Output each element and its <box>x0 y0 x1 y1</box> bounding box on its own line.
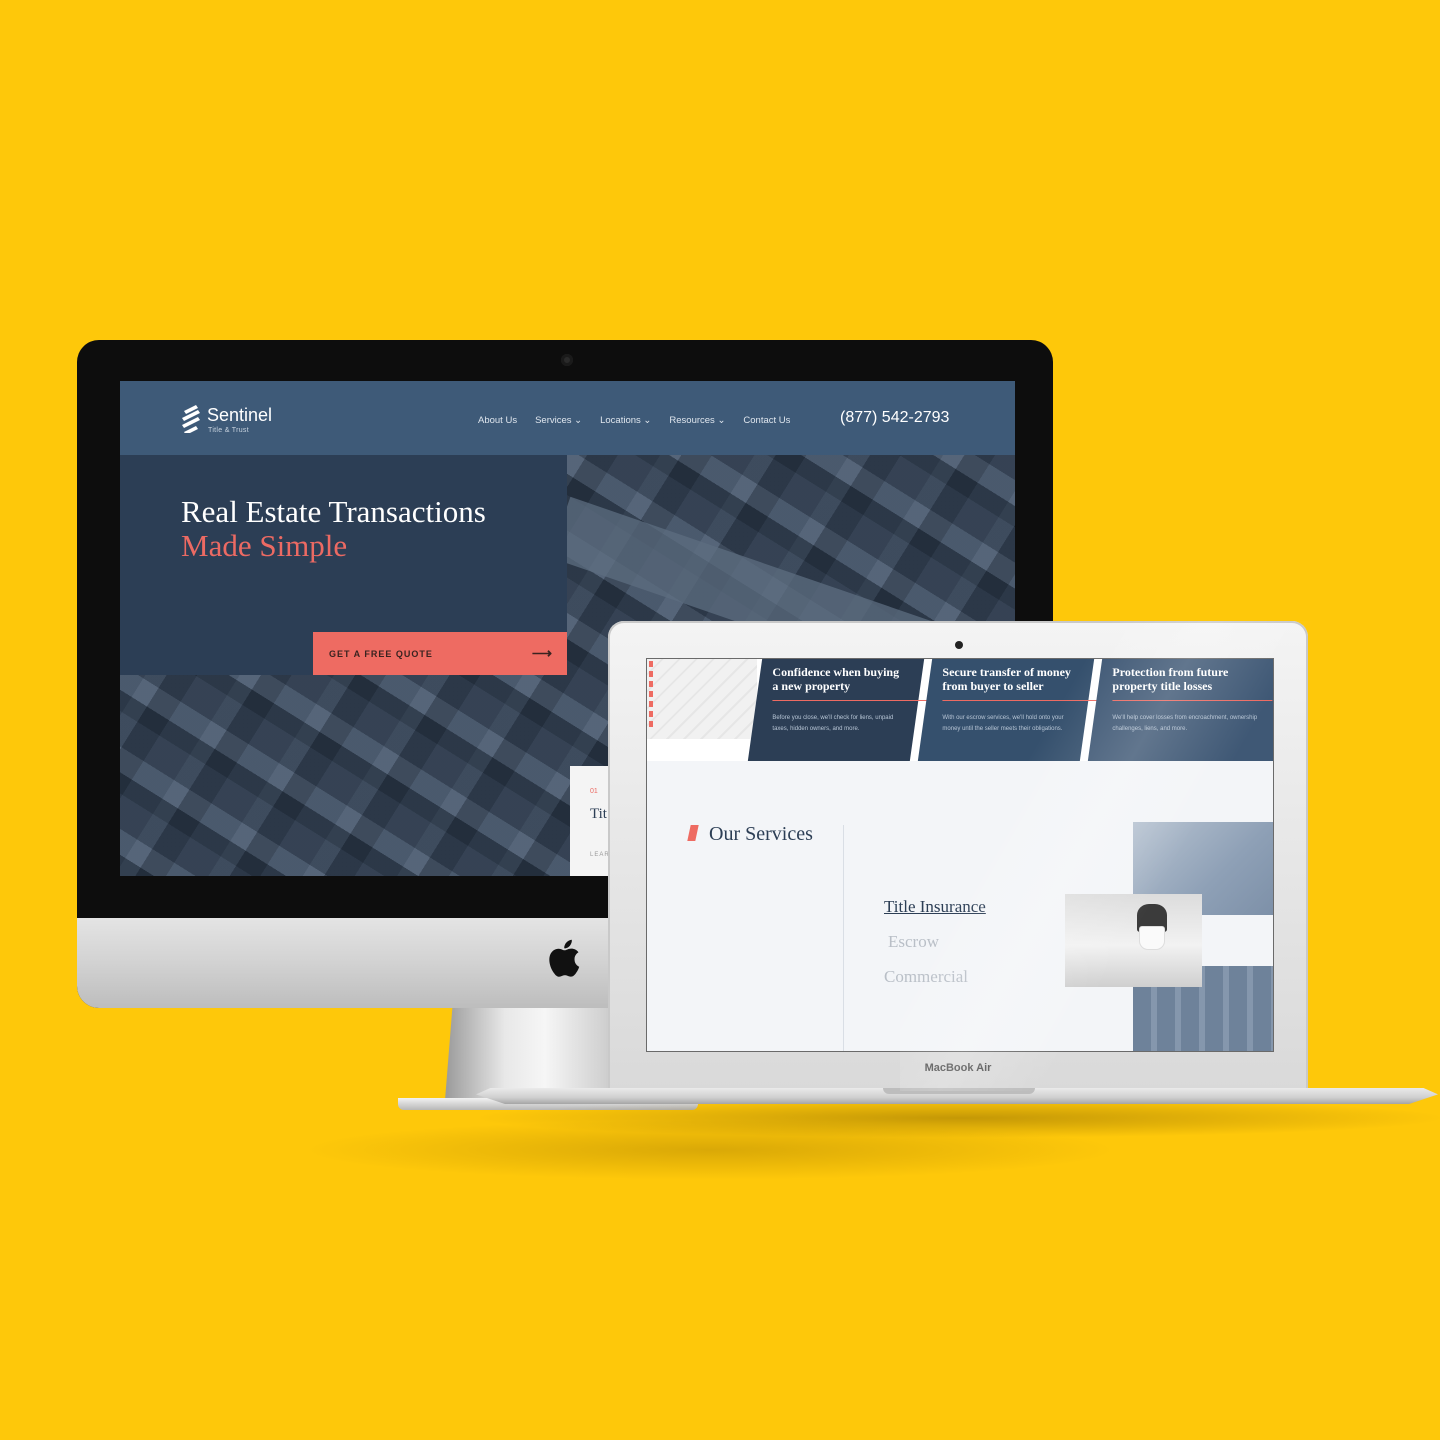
apple-logo-icon <box>549 939 580 977</box>
feature-card: Confidence when buying a new property Be… <box>747 659 933 761</box>
feature-card: Protection from future property title lo… <box>1087 659 1273 761</box>
features-band: Confidence when buying a new property Be… <box>647 659 1273 761</box>
feature-text: Before you close, we'll check for liens,… <box>772 715 894 732</box>
phone-number-link[interactable]: (877) 542-2793 <box>840 409 949 427</box>
brand-name[interactable]: Sentinel <box>207 405 272 426</box>
feature-title: Confidence when buying a new property <box>772 665 900 693</box>
sentinel-logo-icon[interactable] <box>180 405 202 433</box>
imac-camera <box>561 354 573 366</box>
arrow-right-icon: ⟶ <box>531 645 553 661</box>
card-learn-more-link[interactable]: LEAR <box>590 852 610 858</box>
feature-divider <box>1112 700 1273 701</box>
site-header: Sentinel Title & Trust About Us Services… <box>120 381 1015 455</box>
desk-plant-photo <box>1065 894 1202 987</box>
section-accent-mark <box>687 825 699 841</box>
card-title: Tit <box>590 806 607 822</box>
nav-item-about[interactable]: About Us <box>478 415 517 426</box>
laptop-camera <box>955 641 963 649</box>
hero-title: Real Estate Transactions <box>181 494 486 529</box>
section-title: Our Services <box>709 823 813 845</box>
feature-divider <box>772 700 933 701</box>
nav-item-locations[interactable]: Locations ⌄ <box>600 415 651 426</box>
service-tab-commercial[interactable]: Commercial <box>884 967 968 987</box>
plant-pot <box>1140 927 1164 949</box>
feature-text: We'll help cover losses from encroachmen… <box>1112 715 1258 732</box>
nav-item-services[interactable]: Services ⌄ <box>535 415 582 426</box>
laptop-shadow <box>470 1098 1440 1138</box>
feature-text: With our escrow services, we'll hold ont… <box>942 715 1064 732</box>
decorative-stripe <box>647 659 757 739</box>
get-free-quote-button[interactable]: GET A FREE QUOTE ⟶ <box>313 632 567 675</box>
nav-item-contact[interactable]: Contact Us <box>743 415 790 426</box>
decorative-red-line <box>649 661 653 731</box>
feature-title: Secure transfer of money from buyer to s… <box>942 665 1071 693</box>
hero-subtitle: Made Simple <box>181 528 348 563</box>
laptop-notch <box>883 1088 1035 1094</box>
feature-title: Protection from future property title lo… <box>1112 665 1229 693</box>
laptop-model-label: MacBook Air <box>924 1062 992 1074</box>
card-number: 01 <box>590 788 598 795</box>
laptop-lid: Confidence when buying a new property Be… <box>608 621 1308 1091</box>
service-tab-escrow[interactable]: Escrow <box>888 932 939 952</box>
brand-tagline: Title & Trust <box>208 427 249 434</box>
laptop-website-screen: Confidence when buying a new property Be… <box>646 658 1274 1052</box>
feature-card: Secure transfer of money from buyer to s… <box>917 659 1103 761</box>
service-tab-title-insurance[interactable]: Title Insurance <box>884 897 986 917</box>
main-nav: About Us Services ⌄ Locations ⌄ Resource… <box>478 415 790 426</box>
feature-divider <box>942 700 1103 701</box>
section-divider <box>843 825 844 1051</box>
cta-label: GET A FREE QUOTE <box>329 648 433 659</box>
nav-item-resources[interactable]: Resources ⌄ <box>669 415 725 426</box>
